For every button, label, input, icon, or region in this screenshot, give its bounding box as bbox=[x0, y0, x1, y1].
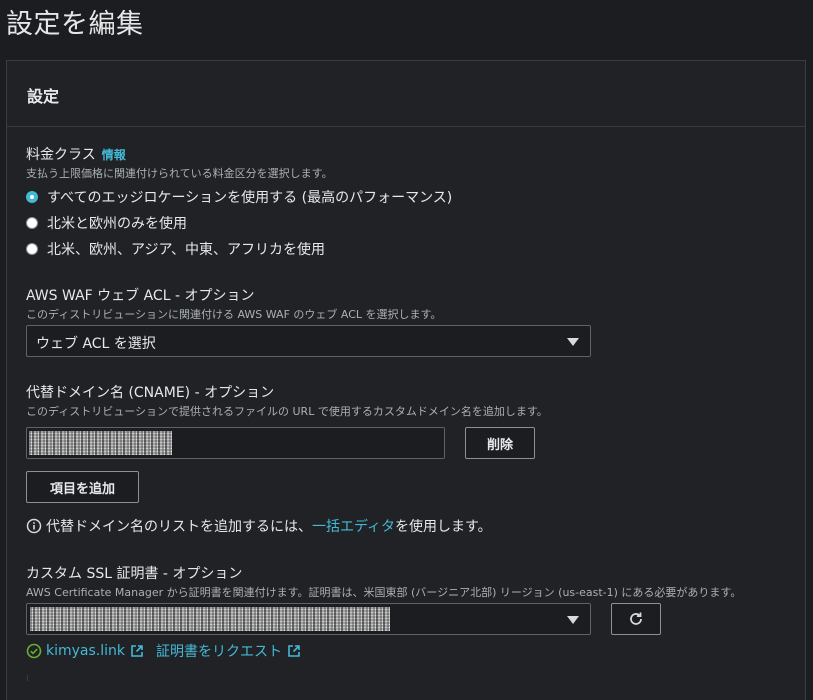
hint-prefix: 代替ドメイン名のリストを追加するには、 bbox=[46, 519, 312, 535]
waf-select[interactable]: ウェブ ACL を選択 bbox=[26, 325, 591, 357]
cert-links-row: kimyas.link 証明書をリクエスト bbox=[26, 641, 301, 661]
radio-na-eu[interactable]: 北米と欧州のみを使用 bbox=[26, 213, 187, 233]
radio-button[interactable] bbox=[26, 243, 38, 255]
ssl-description: AWS Certificate Manager から証明書を関連付けます。証明書… bbox=[26, 586, 742, 599]
radio-label: すべてのエッジロケーションを使用する (最高のパフォーマンス) bbox=[47, 190, 453, 206]
panel-title: 設定 bbox=[27, 87, 60, 106]
divider bbox=[27, 675, 28, 681]
waf-description: このディストリビューションに関連付ける AWS WAF のウェブ ACL を選択… bbox=[26, 308, 442, 321]
panel-header: 設定 bbox=[7, 61, 805, 127]
radio-label: 北米と欧州のみを使用 bbox=[47, 216, 187, 232]
price-class-description: 支払う上限価格に関連付けられている料金区分を選択します。 bbox=[26, 167, 333, 180]
page-title: 設定を編集 bbox=[6, 9, 144, 40]
check-circle-icon bbox=[26, 643, 42, 659]
cname-label: 代替ドメイン名 (CNAME) - オプション bbox=[26, 385, 275, 401]
cert-link[interactable]: kimyas.link bbox=[46, 643, 125, 659]
radio-label: 北米、欧州、アジア、中東、アフリカを使用 bbox=[47, 242, 326, 258]
radio-na-eu-asia[interactable]: 北米、欧州、アジア、中東、アフリカを使用 bbox=[26, 239, 325, 259]
external-link-icon[interactable] bbox=[130, 644, 144, 658]
ssl-label: カスタム SSL 証明書 - オプション bbox=[26, 566, 243, 582]
external-link-icon[interactable] bbox=[287, 644, 301, 658]
cname-description: このディストリビューションで提供されるファイルの URL で使用するカスタムドメ… bbox=[26, 405, 548, 418]
bulk-editor-link[interactable]: 一括エディタ bbox=[312, 516, 395, 536]
radio-button[interactable] bbox=[26, 217, 38, 229]
add-item-button[interactable]: 項目を追加 bbox=[26, 471, 139, 503]
request-certificate-link[interactable]: 証明書をリクエスト bbox=[156, 641, 282, 661]
radio-button[interactable] bbox=[26, 191, 38, 203]
redacted-value bbox=[29, 431, 172, 455]
remove-button[interactable]: 削除 bbox=[465, 427, 535, 459]
caret-down-icon bbox=[567, 338, 579, 346]
hint-suffix: を使用します。 bbox=[395, 519, 492, 535]
refresh-button[interactable] bbox=[611, 603, 661, 635]
radio-all-locations[interactable]: すべてのエッジロケーションを使用する (最高のパフォーマンス) bbox=[26, 187, 452, 207]
refresh-icon bbox=[630, 612, 642, 625]
info-link[interactable]: 情報 bbox=[102, 148, 126, 162]
info-icon bbox=[26, 518, 42, 534]
ssl-select[interactable] bbox=[26, 603, 591, 635]
bulk-editor-hint: 代替ドメイン名のリストを追加するには、 一括エディタ を使用します。 bbox=[26, 516, 492, 536]
redacted-value bbox=[30, 607, 390, 631]
price-class-label: 料金クラス bbox=[26, 147, 96, 163]
waf-select-value: ウェブ ACL を選択 bbox=[36, 336, 156, 352]
price-class-label-row: 料金クラス 情報 bbox=[26, 144, 126, 164]
waf-label: AWS WAF ウェブ ACL - オプション bbox=[26, 288, 255, 304]
cname-input[interactable] bbox=[26, 427, 445, 459]
caret-down-icon bbox=[567, 616, 579, 624]
